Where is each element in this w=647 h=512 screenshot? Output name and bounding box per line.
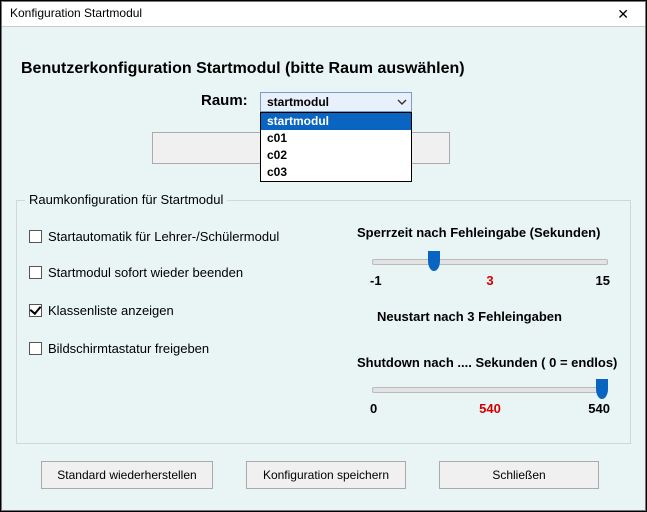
restore-defaults-button[interactable]: Standard wiederherstellen — [41, 461, 213, 489]
page-title: Benutzerkonfiguration Startmodul (bitte … — [21, 60, 465, 78]
checkbox-startautomatik[interactable] — [29, 230, 42, 243]
shutdown-value: 540 — [479, 401, 501, 416]
slider-thumb[interactable] — [596, 379, 608, 399]
shutdown-max: 540 — [588, 401, 610, 416]
chevron-down-icon — [395, 95, 409, 109]
close-button[interactable]: Schließen — [439, 461, 599, 489]
raum-option-startmodul[interactable]: startmodul — [261, 113, 411, 130]
sperrzeit-max: 15 — [596, 273, 610, 288]
neustart-text: Neustart nach 3 Fehleingaben — [377, 309, 562, 324]
shutdown-min: 0 — [370, 401, 377, 416]
close-icon[interactable]: ✕ — [609, 4, 637, 25]
check-row-sofort-beenden: Startmodul sofort wieder beenden — [29, 265, 243, 280]
fieldset-legend: Raumkonfiguration für Startmodul — [25, 192, 227, 207]
check-label: Startautomatik für Lehrer-/Schülermodul — [48, 229, 279, 244]
check-row-bildschirmtastatur: Bildschirmtastatur freigeben — [29, 341, 209, 356]
slider-track — [372, 387, 608, 393]
check-label: Bildschirmtastatur freigeben — [48, 341, 209, 356]
raum-option-c03[interactable]: c03 — [261, 164, 411, 181]
slider-track — [372, 259, 608, 265]
sperrzeit-value: 3 — [486, 273, 493, 288]
checkbox-sofort-beenden[interactable] — [29, 266, 42, 279]
check-row-klassenliste: Klassenliste anzeigen — [29, 303, 174, 318]
window-title: Konfiguration Startmodul — [10, 6, 142, 20]
slider-labels: 0 540 540 — [372, 401, 608, 419]
slider-labels: -1 3 15 — [372, 273, 608, 291]
window: Konfiguration Startmodul ✕ Benutzerkonfi… — [1, 1, 646, 511]
raum-dropdown-list[interactable]: startmodul c01 c02 c03 — [260, 112, 412, 182]
raum-option-c01[interactable]: c01 — [261, 130, 411, 147]
sperrzeit-slider[interactable]: -1 3 15 — [372, 251, 608, 291]
sperrzeit-title: Sperrzeit nach Fehleingabe (Sekunden) — [357, 225, 600, 240]
room-config-fieldset: Raumkonfiguration für Startmodul Startau… — [16, 200, 631, 444]
sperrzeit-min: -1 — [370, 273, 382, 288]
titlebar: Konfiguration Startmodul ✕ — [2, 2, 645, 27]
raum-dropdown[interactable]: startmodul — [260, 92, 412, 112]
save-config-button[interactable]: Konfiguration speichern — [246, 461, 406, 489]
shutdown-title: Shutdown nach .... Sekunden ( 0 = endlos… — [357, 355, 617, 370]
checkbox-klassenliste[interactable] — [29, 304, 42, 317]
slider-thumb[interactable] — [428, 251, 440, 271]
raum-option-c02[interactable]: c02 — [261, 147, 411, 164]
check-label: Startmodul sofort wieder beenden — [48, 265, 243, 280]
check-row-startautomatik: Startautomatik für Lehrer-/Schülermodul — [29, 229, 279, 244]
raum-dropdown-value: startmodul — [267, 95, 329, 109]
checkbox-bildschirmtastatur[interactable] — [29, 342, 42, 355]
raum-label: Raum: — [201, 92, 248, 109]
shutdown-slider[interactable]: 0 540 540 — [372, 379, 608, 419]
check-label: Klassenliste anzeigen — [48, 303, 174, 318]
